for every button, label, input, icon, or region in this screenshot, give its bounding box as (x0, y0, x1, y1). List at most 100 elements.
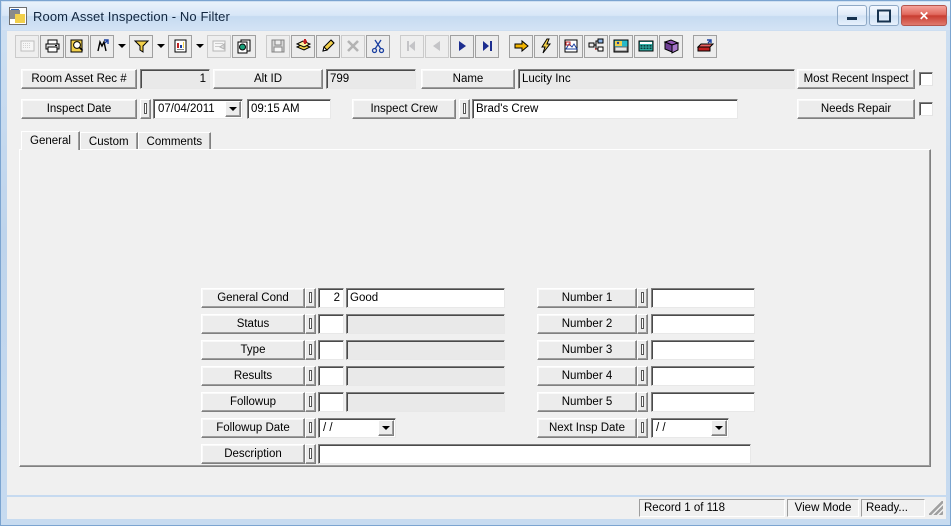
results-label[interactable]: Results (201, 366, 305, 386)
quick-action-icon[interactable] (534, 34, 558, 58)
print-preview-icon[interactable] (65, 34, 89, 58)
next-insp-date-label[interactable]: Next Insp Date (537, 418, 637, 438)
inspect-date-combo[interactable]: 07/04/2011 (153, 99, 243, 119)
edit-record-icon[interactable] (316, 34, 340, 58)
inspect-date-lock-button[interactable] (140, 99, 151, 119)
general-cond-label[interactable]: General Cond (201, 288, 305, 308)
general-cond-field-group: General Cond 2 Good (201, 288, 505, 308)
number-2-value[interactable] (651, 314, 755, 334)
find-icon[interactable] (90, 34, 114, 58)
results-code[interactable] (318, 366, 344, 386)
needs-repair-checkbox[interactable] (919, 102, 933, 116)
number-4-value[interactable] (651, 366, 755, 386)
delete-record-icon (341, 34, 365, 58)
description-lock-button[interactable] (305, 444, 316, 464)
window-controls: ✕ (837, 5, 947, 26)
next-insp-date-combo[interactable]: / / (651, 418, 729, 438)
documents-icon[interactable] (609, 34, 633, 58)
number-4-label[interactable]: Number 4 (537, 366, 637, 386)
status-code[interactable] (318, 314, 344, 334)
followup-date-label[interactable]: Followup Date (201, 418, 305, 438)
followup-date-lock-button[interactable] (305, 418, 316, 438)
most-recent-inspect-label[interactable]: Most Recent Inspect (797, 69, 915, 89)
copy-record-icon[interactable] (232, 34, 256, 58)
followup-code[interactable] (318, 392, 344, 412)
number-4-lock-button[interactable] (637, 366, 648, 386)
chevron-down-icon[interactable] (225, 101, 241, 117)
general-tab-panel: General Cond 2 Good Status Type Results Follow… (19, 149, 931, 467)
inspect-time-value[interactable]: 09:15 AM (247, 99, 331, 119)
tab-general[interactable]: General (21, 131, 80, 150)
record-number-label[interactable]: Room Asset Rec # (21, 69, 137, 89)
number-2-lock-button[interactable] (637, 314, 648, 334)
number-1-label[interactable]: Number 1 (537, 288, 637, 308)
number-2-label[interactable]: Number 2 (537, 314, 637, 334)
name-label[interactable]: Name (421, 69, 515, 89)
followup-label[interactable]: Followup (201, 392, 305, 412)
add-record-icon[interactable] (291, 34, 315, 58)
tab-custom[interactable]: Custom (79, 132, 138, 150)
number-5-lock-button[interactable] (637, 392, 648, 412)
close-button[interactable]: ✕ (901, 5, 947, 26)
number-3-label[interactable]: Number 3 (537, 340, 637, 360)
filter-icon[interactable] (129, 34, 153, 58)
number-5-value[interactable] (651, 392, 755, 412)
chevron-down-icon[interactable] (378, 420, 394, 436)
next-insp-date-lock-button[interactable] (637, 418, 648, 438)
number-5-label[interactable]: Number 5 (537, 392, 637, 412)
tree-view-icon[interactable] (584, 34, 608, 58)
number-3-value[interactable] (651, 340, 755, 360)
number-1-value[interactable] (651, 288, 755, 308)
chevron-down-icon[interactable] (711, 420, 727, 436)
description-label[interactable]: Description (201, 444, 305, 464)
description-value[interactable] (318, 444, 751, 464)
resize-grip[interactable] (929, 501, 943, 515)
filter-dropdown-arrow[interactable] (154, 35, 167, 58)
inspect-crew-lock-button[interactable] (459, 99, 470, 119)
inspect-crew-label[interactable]: Inspect Crew (352, 99, 456, 119)
type-code[interactable] (318, 340, 344, 360)
alt-id-field-group: Alt ID 799 (213, 69, 416, 89)
record-number-value: 1 (140, 69, 210, 89)
needs-repair-label[interactable]: Needs Repair (797, 99, 915, 119)
help-book-icon[interactable] (659, 34, 683, 58)
last-record-icon[interactable] (475, 34, 499, 58)
name-value: Lucity Inc (518, 69, 795, 89)
window-title: Room Asset Inspection - No Filter (33, 8, 230, 24)
alt-id-label[interactable]: Alt ID (213, 69, 323, 89)
minimize-button[interactable] (837, 5, 867, 26)
calculator-icon[interactable] (634, 34, 658, 58)
followup-date-combo[interactable]: / / (318, 418, 396, 438)
print-icon[interactable] (40, 34, 64, 58)
type-lock-button[interactable] (305, 340, 316, 360)
maximize-button[interactable] (869, 5, 899, 26)
application-window: Room Asset Inspection - No Filter ✕ Room… (0, 0, 951, 526)
status-lock-button[interactable] (305, 314, 316, 334)
alt-id-value: 799 (326, 69, 416, 89)
report-dropdown-arrow[interactable] (193, 35, 206, 58)
form-body: Room Asset Rec # 1 Alt ID 799 Name Lucit… (7, 61, 946, 495)
map-icon[interactable] (559, 34, 583, 58)
goto-icon[interactable] (509, 34, 533, 58)
inspect-date-label[interactable]: Inspect Date (21, 99, 137, 119)
number-1-lock-button[interactable] (637, 288, 648, 308)
followup-lock-button[interactable] (305, 392, 316, 412)
inspect-crew-value[interactable]: Brad's Crew (472, 99, 738, 119)
exit-icon[interactable] (693, 34, 717, 58)
most-recent-inspect-checkbox[interactable] (919, 72, 933, 86)
followup-date-value: / / (323, 422, 333, 434)
general-cond-code[interactable]: 2 (318, 288, 344, 308)
number-3-lock-button[interactable] (637, 340, 648, 360)
general-cond-lock-button[interactable] (305, 288, 316, 308)
close-icon: ✕ (918, 8, 930, 23)
cut-icon[interactable] (366, 34, 390, 58)
results-lock-button[interactable] (305, 366, 316, 386)
tab-comments[interactable]: Comments (137, 132, 212, 150)
name-field-group: Name Lucity Inc (421, 69, 795, 89)
report-icon[interactable] (168, 34, 192, 58)
find-dropdown-arrow[interactable] (115, 35, 128, 58)
type-label[interactable]: Type (201, 340, 305, 360)
next-record-icon[interactable] (450, 34, 474, 58)
mode-indicator: View Mode (787, 499, 859, 517)
status-label[interactable]: Status (201, 314, 305, 334)
